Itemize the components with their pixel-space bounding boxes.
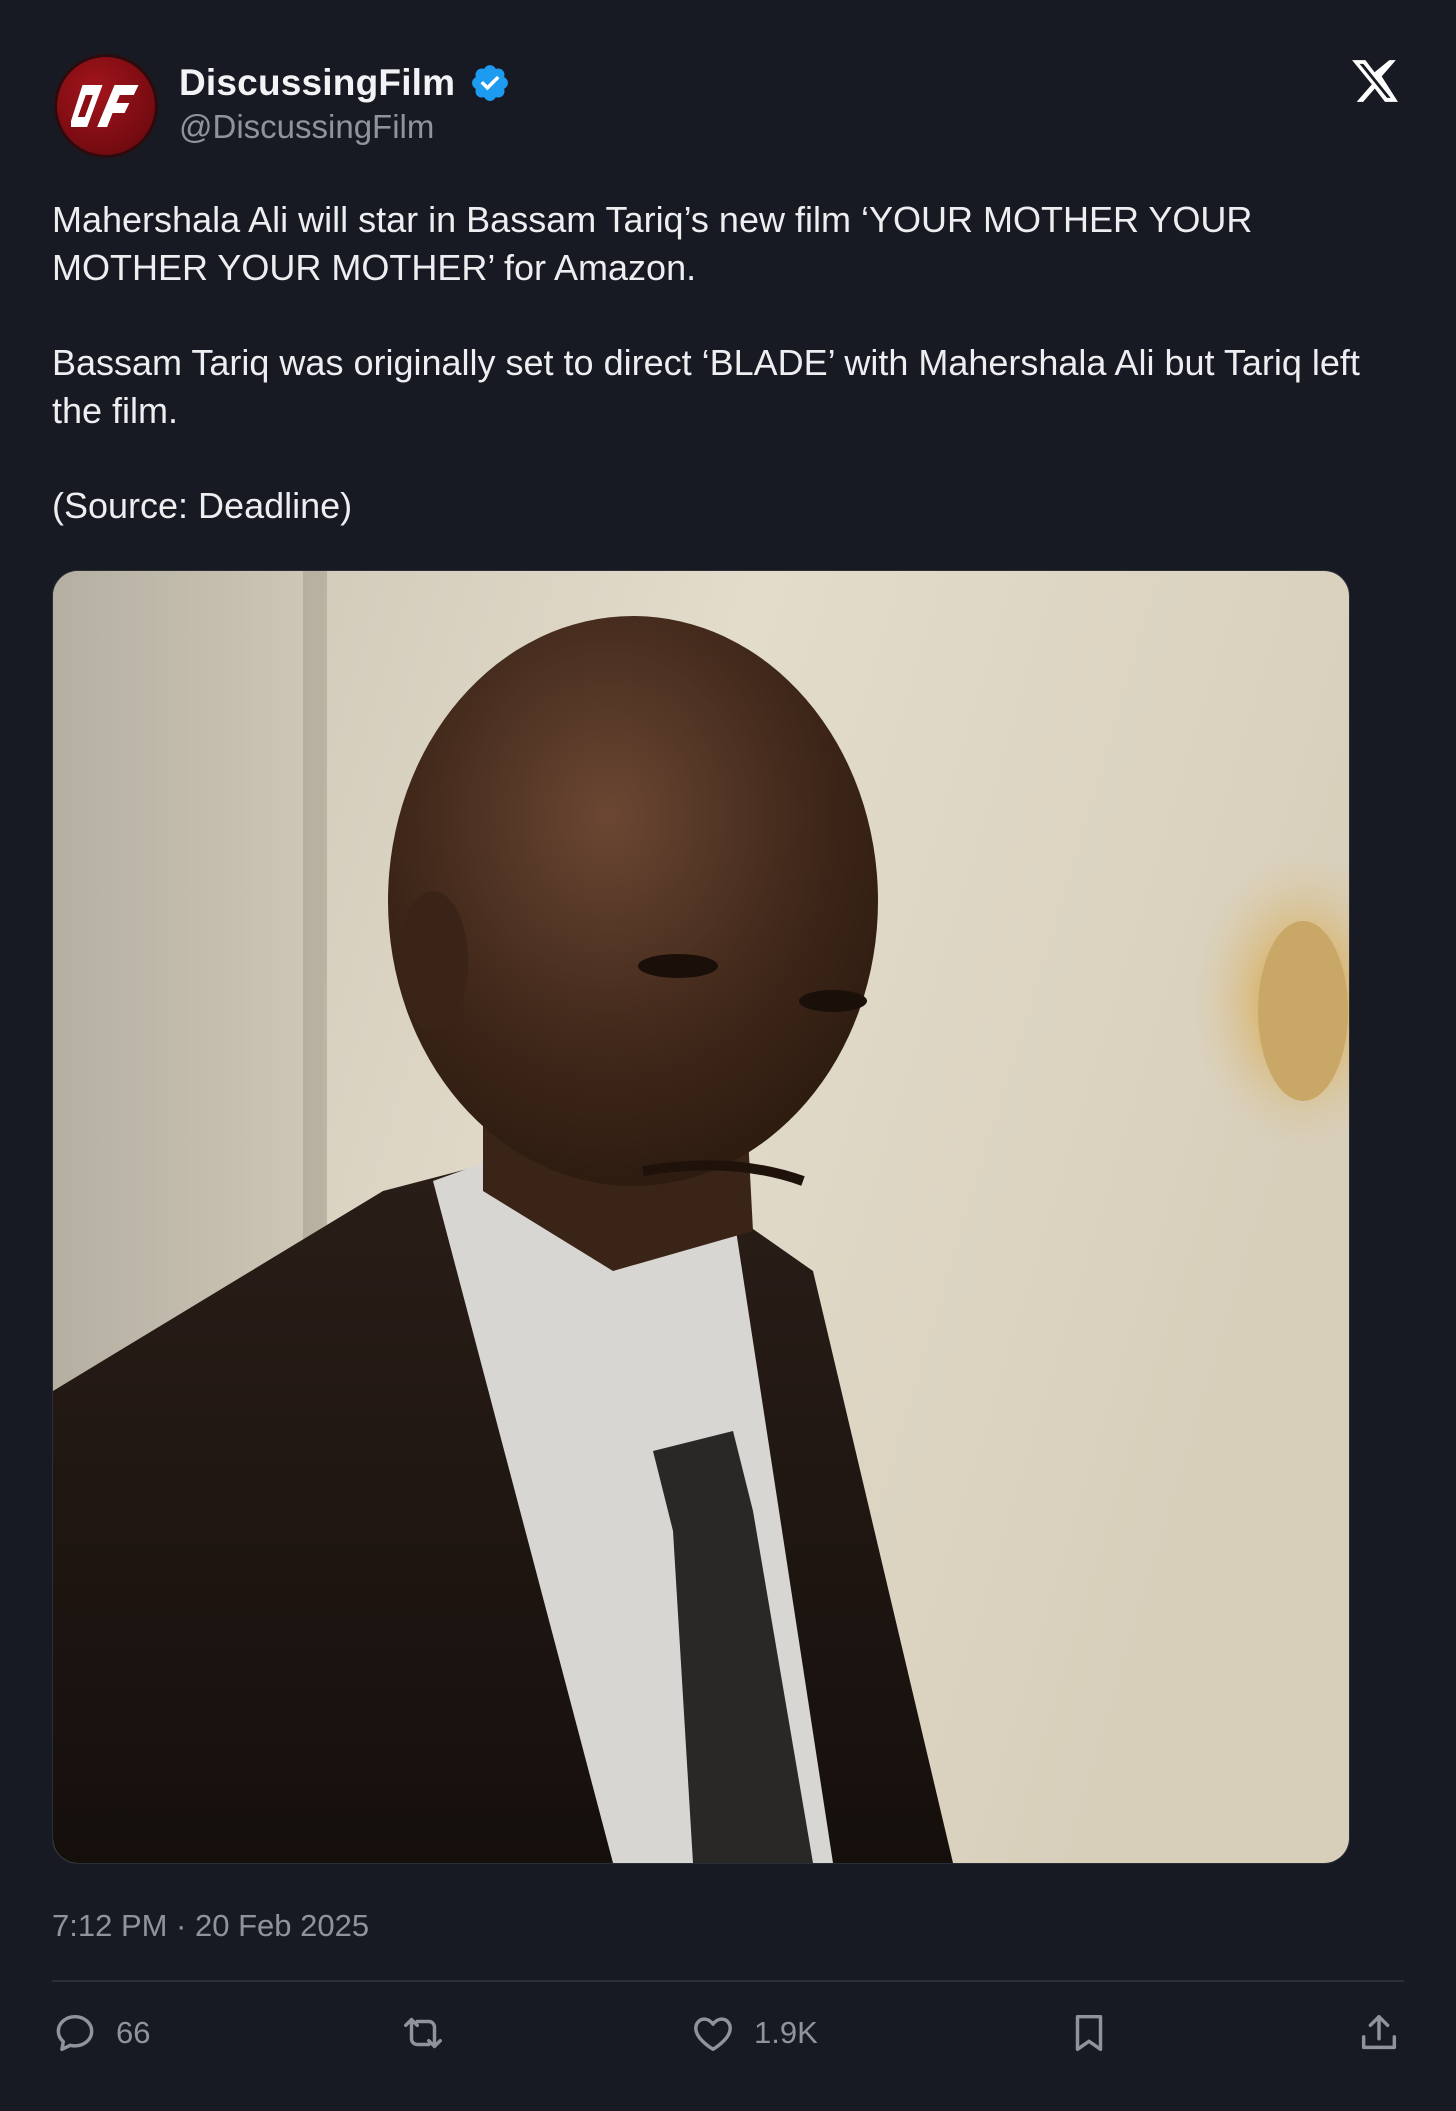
tweet-card: DiscussingFilm @DiscussingFilm Mahershal…	[0, 0, 1456, 2111]
tweet-photo[interactable]	[52, 570, 1350, 1864]
x-logo-icon[interactable]	[1350, 56, 1400, 106]
author-handle[interactable]: @DiscussingFilm	[179, 108, 434, 146]
discussingfilm-logo	[71, 85, 139, 127]
tweet-text: Mahershala Ali will star in Bassam Tariq…	[52, 196, 1412, 577]
tweet-timestamp[interactable]: 7:12 PM · 20 Feb 2025	[52, 1908, 369, 1944]
reply-icon	[56, 2014, 94, 2052]
author-name-row[interactable]: DiscussingFilm	[179, 62, 511, 104]
bookmark-icon	[1075, 2014, 1103, 2052]
bookmark-button[interactable]	[1066, 2010, 1112, 2056]
share-button[interactable]	[1356, 2010, 1402, 2056]
like-button[interactable]: 1.9K	[690, 2010, 818, 2056]
share-icon	[1361, 2014, 1397, 2050]
author-display-name[interactable]: DiscussingFilm	[179, 62, 455, 104]
divider	[52, 1980, 1404, 1982]
like-count: 1.9K	[754, 2015, 818, 2050]
reply-count: 66	[116, 2015, 151, 2050]
tweet-paragraph: Bassam Tariq was originally set to direc…	[52, 342, 1360, 431]
tweet-paragraph: (Source: Deadline)	[52, 485, 353, 526]
avatar[interactable]	[54, 54, 158, 158]
verified-badge-icon	[472, 65, 509, 101]
portrait-photo	[53, 571, 1349, 1863]
retweet-button[interactable]	[400, 2010, 464, 2056]
reply-button[interactable]: 66	[52, 2010, 150, 2056]
retweet-icon	[404, 2017, 442, 2049]
heart-icon	[694, 2017, 732, 2052]
tweet-paragraph: Mahershala Ali will star in Bassam Tariq…	[52, 199, 1253, 288]
